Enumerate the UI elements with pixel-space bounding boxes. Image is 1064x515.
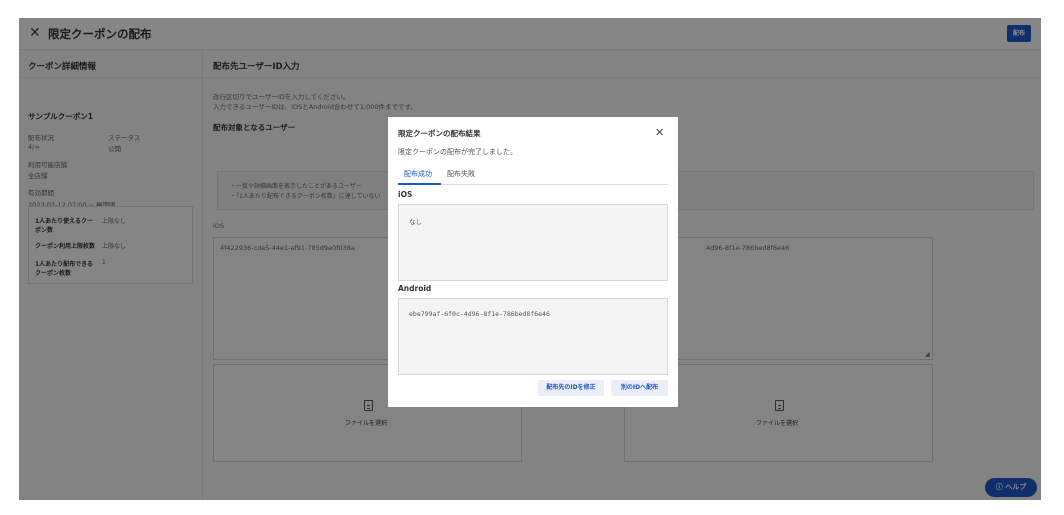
distribute-other-button[interactable]: 別のIDへ配布 <box>611 380 668 396</box>
tab-success[interactable]: 配布成功 <box>404 169 432 179</box>
close-icon[interactable]: ✕ <box>655 126 664 139</box>
edit-ids-button[interactable]: 配布先のIDを修正 <box>538 380 604 396</box>
ios-result-box: なし <box>398 204 668 281</box>
active-tab-indicator <box>398 183 441 185</box>
android-result-box: ebe799af-6f0c-4d96-8f1e-786bed8f6e46 <box>398 298 668 375</box>
modal-message: 限定クーポンの配布が完了しました。 <box>398 148 517 156</box>
android-result-text: ebe799af-6f0c-4d96-8f1e-786bed8f6e46 <box>409 310 550 318</box>
modal-title: 限定クーポンの配布結果 <box>398 129 481 138</box>
ios-result-label: iOS <box>398 190 413 199</box>
ios-result-text: なし <box>409 218 422 226</box>
distribution-result-modal: 限定クーポンの配布結果 ✕ 限定クーポンの配布が完了しました。 配布成功 配布失… <box>388 117 678 407</box>
tab-failure[interactable]: 配布失敗 <box>447 169 475 179</box>
android-result-label: Android <box>398 284 432 293</box>
